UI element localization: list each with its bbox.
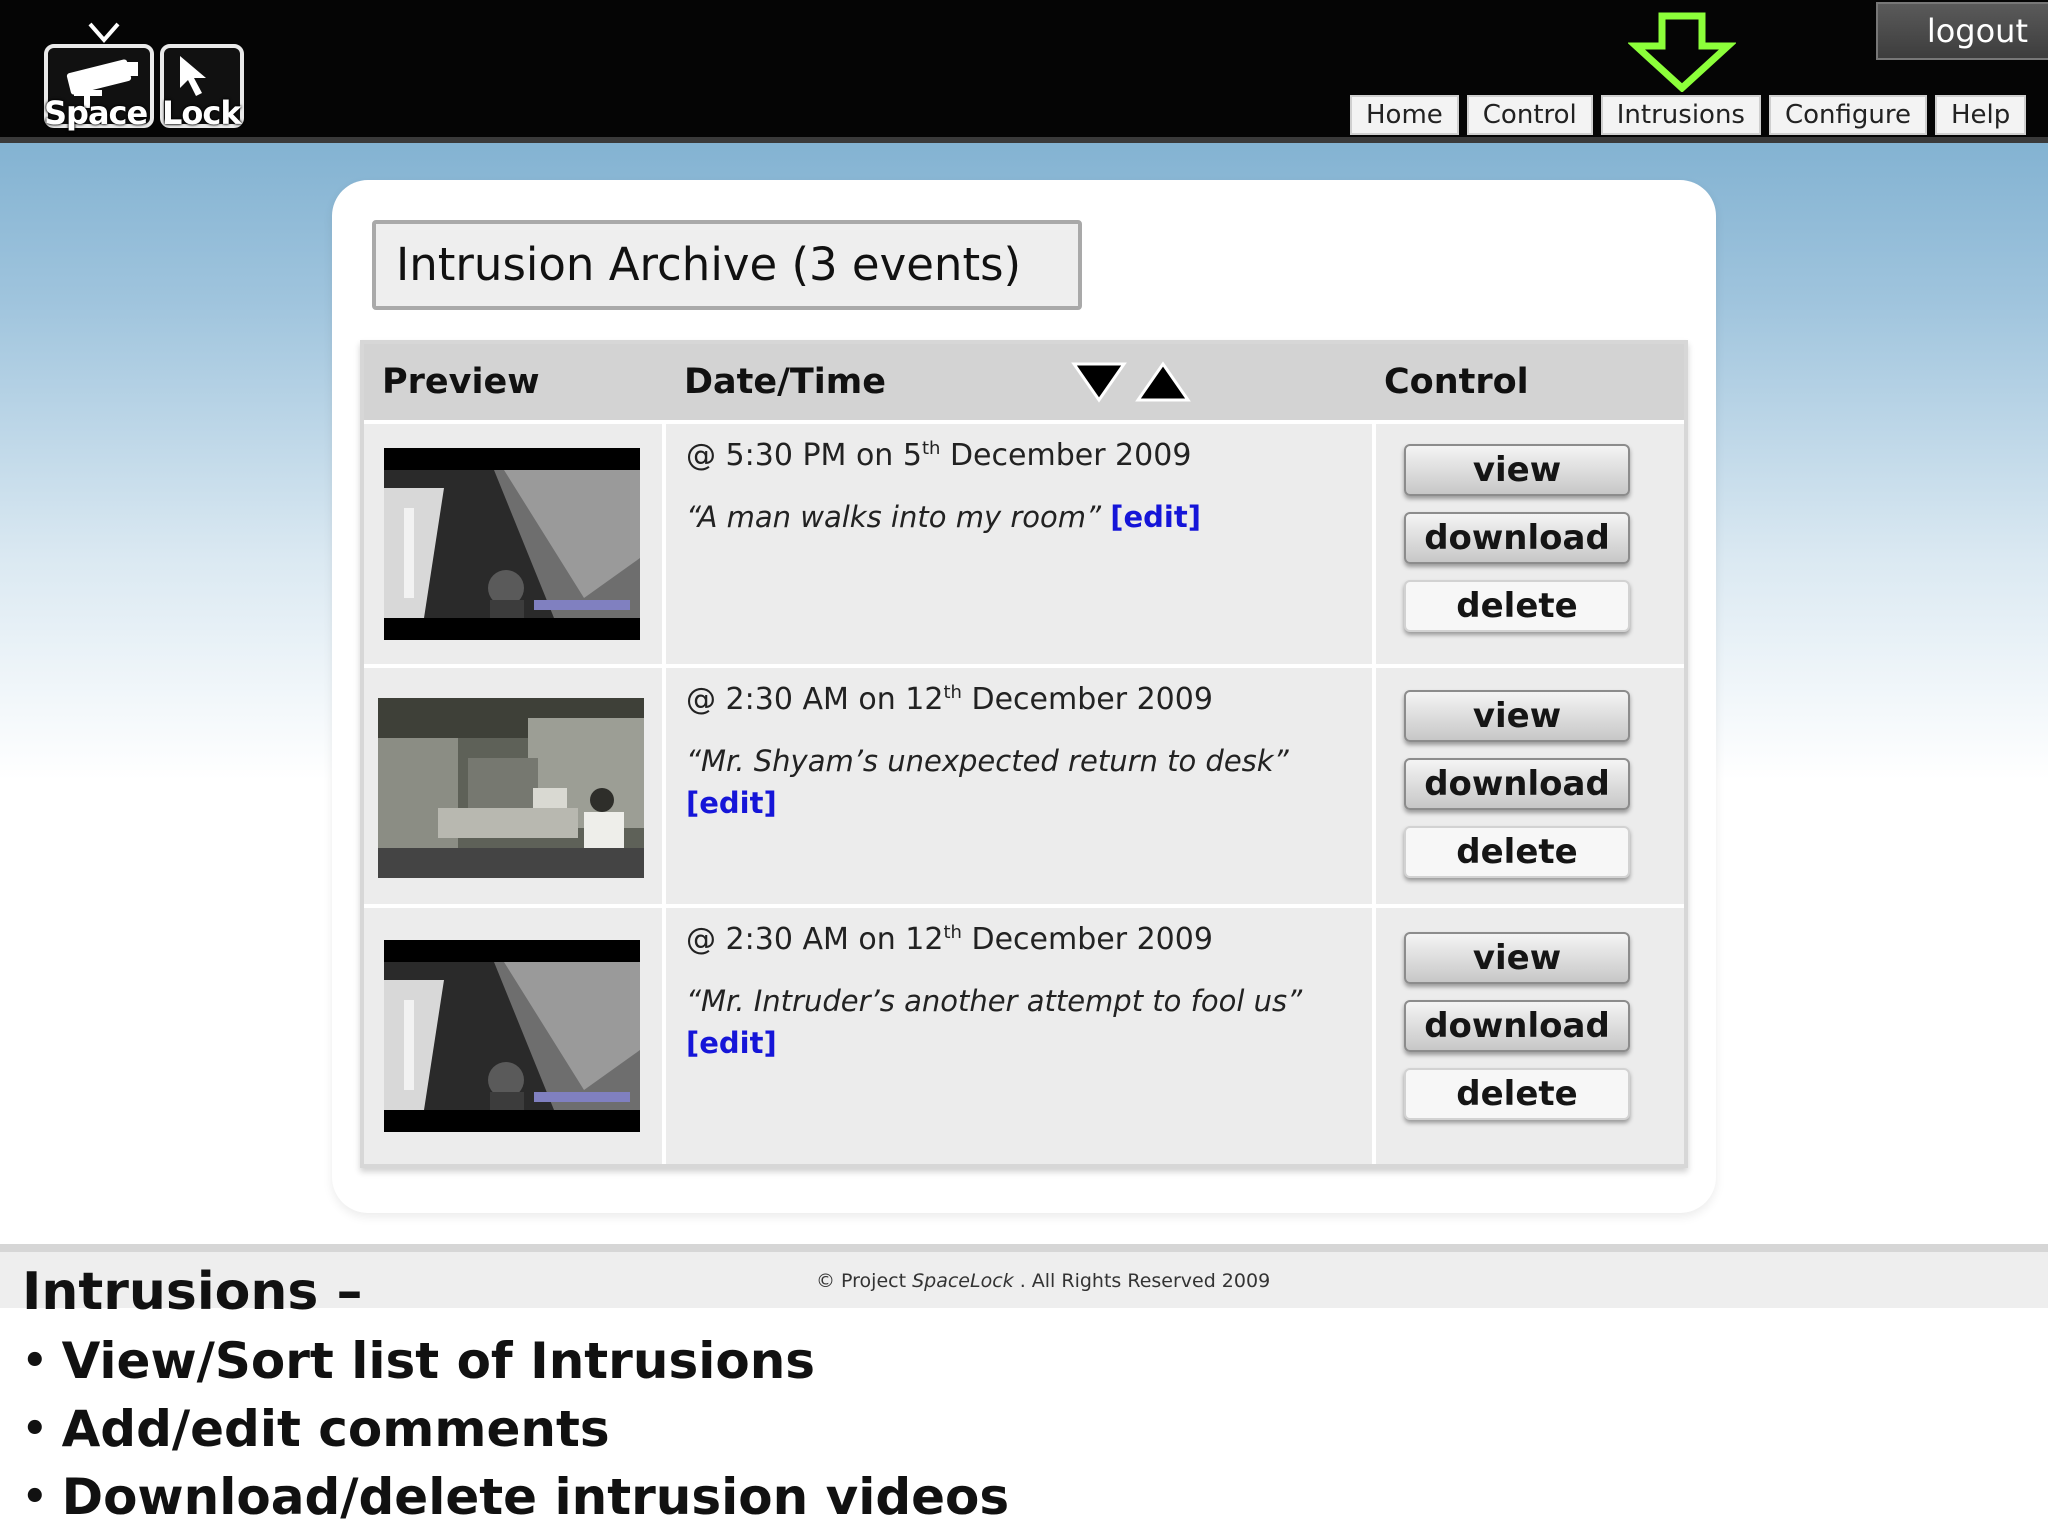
logout-button[interactable]: logout	[1876, 2, 2048, 60]
view-button[interactable]: view	[1404, 444, 1630, 496]
edit-comment-link[interactable]: [edit]	[686, 1026, 777, 1060]
note-item: • Add/edit comments	[22, 1400, 610, 1458]
event-comment: “A man walks into my room” [edit]	[686, 500, 1201, 534]
sort-descending-icon[interactable]	[1070, 358, 1128, 406]
delete-button[interactable]: delete	[1404, 826, 1630, 878]
table-row: @ 2:30 AM on 12th December 2009 “Mr. Int…	[364, 908, 1684, 1164]
preview-thumbnail[interactable]	[384, 448, 640, 640]
preview-thumbnail[interactable]	[384, 940, 640, 1132]
logo-word-lock: Lock	[162, 94, 242, 132]
footer-divider	[0, 1244, 2048, 1252]
table-row: @ 2:30 AM on 12th December 2009 “Mr. Shy…	[364, 668, 1684, 908]
delete-button[interactable]: delete	[1404, 580, 1630, 632]
tab-configure[interactable]: Configure	[1768, 95, 1927, 135]
preview-thumbnail[interactable]	[378, 698, 644, 878]
event-datetime: @ 2:30 AM on 12th December 2009	[686, 682, 1213, 717]
column-header-control: Control	[1384, 362, 1529, 402]
note-item: • Download/delete intrusion videos	[22, 1468, 1010, 1526]
note-item: • View/Sort list of Intrusions	[22, 1332, 816, 1390]
column-header-preview: Preview	[382, 362, 540, 402]
top-bar: Space Lock logout Home Control Intrusion…	[0, 0, 2048, 143]
table-row: @ 5:30 PM on 5th December 2009 “A man wa…	[364, 424, 1684, 668]
edit-comment-link[interactable]: [edit]	[686, 786, 777, 820]
logo-word-space: Space	[44, 94, 148, 132]
download-button[interactable]: download	[1404, 758, 1630, 810]
active-tab-arrow-icon	[1628, 12, 1736, 92]
table-header: Preview Date/Time Control	[364, 344, 1684, 424]
event-datetime: @ 5:30 PM on 5th December 2009	[686, 438, 1192, 473]
tv-antenna-icon	[88, 22, 120, 44]
slide: Space Lock logout Home Control Intrusion…	[0, 0, 2048, 1536]
view-button[interactable]: view	[1404, 690, 1630, 742]
tab-home[interactable]: Home	[1350, 95, 1459, 135]
copyright-text: © Project SpaceLock . All Rights Reserve…	[816, 1270, 1271, 1292]
sort-ascending-icon[interactable]	[1134, 358, 1192, 406]
page-title: Intrusion Archive (3 events)	[372, 220, 1082, 310]
column-header-datetime: Date/Time	[684, 362, 887, 402]
main-nav: Home Control Intrusions Configure Help	[1350, 95, 2027, 135]
archive-panel: Intrusion Archive (3 events) Preview Dat…	[332, 180, 1716, 1213]
download-button[interactable]: download	[1404, 512, 1630, 564]
tab-intrusions[interactable]: Intrusions	[1600, 95, 1761, 135]
view-button[interactable]: view	[1404, 932, 1630, 984]
tab-help[interactable]: Help	[1935, 95, 2027, 135]
delete-button[interactable]: delete	[1404, 1068, 1630, 1120]
event-comment: “Mr. Shyam’s unexpected return to desk” …	[686, 744, 1289, 820]
spacelock-logo[interactable]: Space Lock	[40, 18, 250, 134]
intrusion-table: Preview Date/Time Control @ 5:30 PM on 5…	[360, 340, 1688, 1168]
notes-title: Intrusions –	[22, 1262, 363, 1322]
event-datetime: @ 2:30 AM on 12th December 2009	[686, 922, 1213, 957]
edit-comment-link[interactable]: [edit]	[1110, 500, 1201, 534]
event-comment: “Mr. Intruder’s another attempt to fool …	[686, 984, 1303, 1060]
tab-control[interactable]: Control	[1466, 95, 1593, 135]
download-button[interactable]: download	[1404, 1000, 1630, 1052]
